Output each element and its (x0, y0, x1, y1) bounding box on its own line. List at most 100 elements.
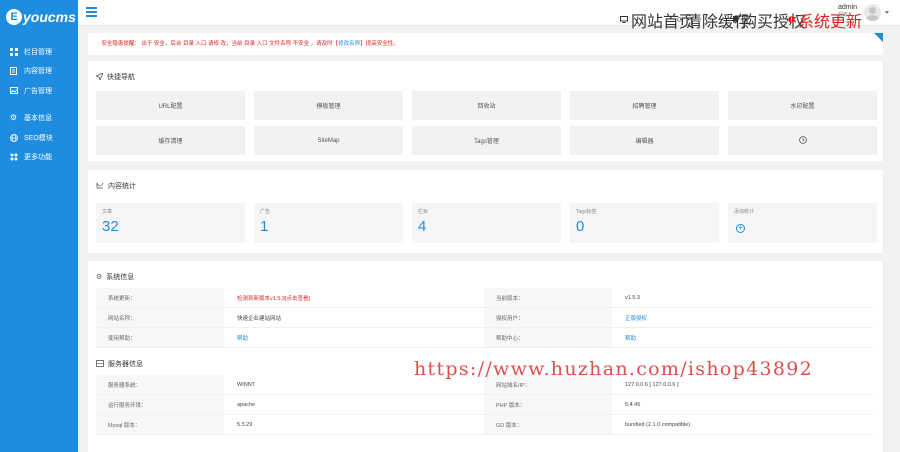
user-role: 超级A (838, 12, 852, 18)
table-row: 运行服务环境： apache PHP 版本： 5.4.45 (96, 395, 873, 415)
info-value: v1.5.3 (625, 294, 640, 301)
server-info-table: 服务器系统： WINNT 网站域名/IP： 127.0.0.6 [ 127.0.… (96, 375, 873, 435)
quick-nav-title: 快捷导航 (94, 70, 875, 84)
server-icon (96, 359, 104, 369)
server-title-text: 服务器信息 (108, 361, 143, 368)
info-key: PHP 版本： (484, 395, 612, 414)
gear-icon: ⚙ (96, 274, 103, 281)
corner-fold-icon (874, 33, 883, 42)
sidebar-nav: 栏目管理 内容管理 广告管理 ⚙ 基本信息 SEO模块 更多功能 (0, 42, 78, 167)
info-key: 授权用户： (484, 308, 612, 327)
quick-btn-editor[interactable]: 编辑器 (570, 126, 719, 155)
sidebar: E youcms 栏目管理 内容管理 广告管理 ⚙ 基本信息 SEO模块 更多功… (0, 0, 78, 452)
server-title: 服务器信息 (96, 357, 875, 371)
table-row: 系统更新： 检测到新版本v1.5.3[点击查看] 当前版本： v1.5.3 (96, 288, 873, 308)
gear-icon: ⚙ (9, 113, 18, 123)
avatar[interactable] (864, 4, 881, 21)
notice-text: · 安全隐患提醒： 出于 安全，后台 目录 入口 请修 改，当前 目录 入口 文… (98, 41, 339, 47)
sidebar-item-label: SEO模块 (24, 134, 53, 142)
stats-title: 内容统计 (96, 179, 875, 193)
logo-text: youcms (23, 9, 76, 25)
quick-btn-tags[interactable]: Tags管理 (412, 126, 561, 155)
quick-nav-grid: URL配置 模板管理 回收站 招聘管理 水印配置 缓存清理 SiteMap Ta… (96, 91, 877, 155)
security-notice: · 安全隐患提醒： 出于 安全，后台 目录 入口 请修 改，当前 目录 入口 文… (88, 33, 883, 55)
grid-icon (9, 47, 18, 56)
stat-ads[interactable]: 广告 1 (254, 203, 403, 243)
alert-icon (788, 15, 795, 25)
stat-label: 文章 (102, 209, 113, 215)
quick-btn-cache[interactable]: 缓存清理 (96, 126, 245, 155)
sidebar-item-basic-info[interactable]: ⚙ 基本信息 (0, 109, 78, 129)
add-circle-icon (798, 135, 807, 146)
quick-btn-watermark[interactable]: 水印配置 (728, 91, 877, 120)
stat-label: Tags标签 (576, 209, 597, 215)
quick-btn-recycle-bin[interactable]: 回收站 (412, 91, 561, 120)
info-key: GD 版本： (484, 415, 612, 434)
stat-articles[interactable]: 文章 32 (96, 203, 245, 243)
logo-mark: E (6, 9, 22, 25)
quick-btn-sitemap[interactable]: SiteMap (254, 126, 403, 155)
sidebar-item-label: 广告管理 (24, 87, 52, 95)
notice-link[interactable]: 修改名称 (338, 41, 360, 47)
sidebar-item-ads[interactable]: 广告管理 (0, 81, 78, 101)
topbar: 网站首页 ⟳ 清除缓存 购买授权 系统更新 admin 超级A (78, 0, 900, 31)
update-check-link[interactable]: 检测到新版本v1.5.3[点击查看] (224, 294, 484, 302)
stat-label: 添加统计 (734, 209, 755, 215)
table-row: 网站名称： 快速企业建站网站 授权用户： 正版授权 (96, 308, 873, 328)
chart-icon (96, 182, 104, 191)
add-icon[interactable]: + (736, 224, 745, 233)
sidebar-item-seo[interactable]: SEO模块 (0, 128, 78, 148)
help-link[interactable]: 帮助 (224, 334, 484, 342)
info-value: 5.5.29 (237, 421, 253, 428)
info-key: 使用帮助： (96, 328, 224, 347)
sidebar-item-label: 栏目管理 (24, 48, 52, 56)
info-value: bundled (2.1.0 compatible) (625, 421, 691, 428)
sidebar-item-content[interactable]: 内容管理 (0, 62, 78, 82)
sidebar-item-label: 基本信息 (24, 115, 52, 123)
stat-add[interactable]: 添加统计 + (728, 203, 877, 243)
refresh-icon: ⟳ (677, 17, 683, 24)
sidebar-item-more[interactable]: 更多功能 (0, 148, 78, 168)
info-key: 当前版本： (484, 288, 612, 307)
info-key: 网站域名/IP： (484, 375, 612, 394)
quick-btn-add[interactable] (728, 126, 877, 155)
help-center-link[interactable]: 帮助 (612, 334, 873, 342)
stat-tags[interactable]: Tags标签 0 (570, 203, 719, 243)
chevron-down-icon[interactable] (885, 11, 889, 14)
sidebar-item-columns[interactable]: 栏目管理 (0, 42, 78, 62)
sidebar-item-label: 更多功能 (24, 154, 52, 162)
quick-btn-templates[interactable]: 模板管理 (254, 91, 403, 120)
table-row: 服务器系统： WINNT 网站域名/IP： 127.0.0.6 [ 127.0.… (96, 375, 873, 395)
user-name: admin (838, 4, 858, 11)
license-link[interactable]: 正版授权 (612, 314, 873, 322)
info-key: 服务器系统： (96, 375, 224, 394)
monitor-icon (620, 15, 628, 25)
user-info[interactable]: admin 超级A (838, 4, 857, 18)
send-icon (94, 71, 104, 82)
menu-toggle-icon[interactable] (86, 7, 97, 17)
table-row: Mysql 版本： 5.5.29 GD 版本： bundled (2.1.0 c… (96, 415, 873, 435)
info-key: 网站名称： (96, 308, 224, 327)
stats-grid: 文章 32 广告 1 栏目 4 Tags标签 0 添加统计 + (96, 203, 877, 243)
document-icon (9, 67, 18, 76)
info-value: apache (237, 401, 256, 408)
image-icon (9, 86, 18, 95)
bookmark-icon (733, 15, 738, 25)
info-value: 快速企业建站网站 (237, 315, 282, 322)
quick-btn-recruitment[interactable]: 招聘管理 (570, 91, 719, 120)
stat-label: 栏目 (418, 209, 429, 215)
system-info-table: 系统更新： 检测到新版本v1.5.3[点击查看] 当前版本： v1.5.3 网站… (96, 288, 873, 348)
sidebar-item-label: 内容管理 (24, 68, 52, 76)
stat-label: 广告 (260, 209, 271, 215)
info-value: 127.0.0.6 [ 127.0.0.6 ] (625, 381, 679, 388)
quick-nav-panel: 快捷导航 URL配置 模板管理 回收站 招聘管理 水印配置 缓存清理 SiteM… (88, 61, 883, 161)
stat-columns[interactable]: 栏目 4 (412, 203, 561, 243)
quick-btn-url-config[interactable]: URL配置 (96, 91, 245, 120)
info-key: 运行服务环境： (96, 395, 224, 414)
logo[interactable]: E youcms (0, 0, 78, 34)
stat-value: 32 (102, 218, 119, 235)
info-key: 帮助中心： (484, 328, 612, 347)
stat-value: 0 (576, 218, 585, 235)
system-title: ⚙ 系统信息 (96, 270, 875, 284)
system-title-text: 系统信息 (106, 274, 135, 281)
